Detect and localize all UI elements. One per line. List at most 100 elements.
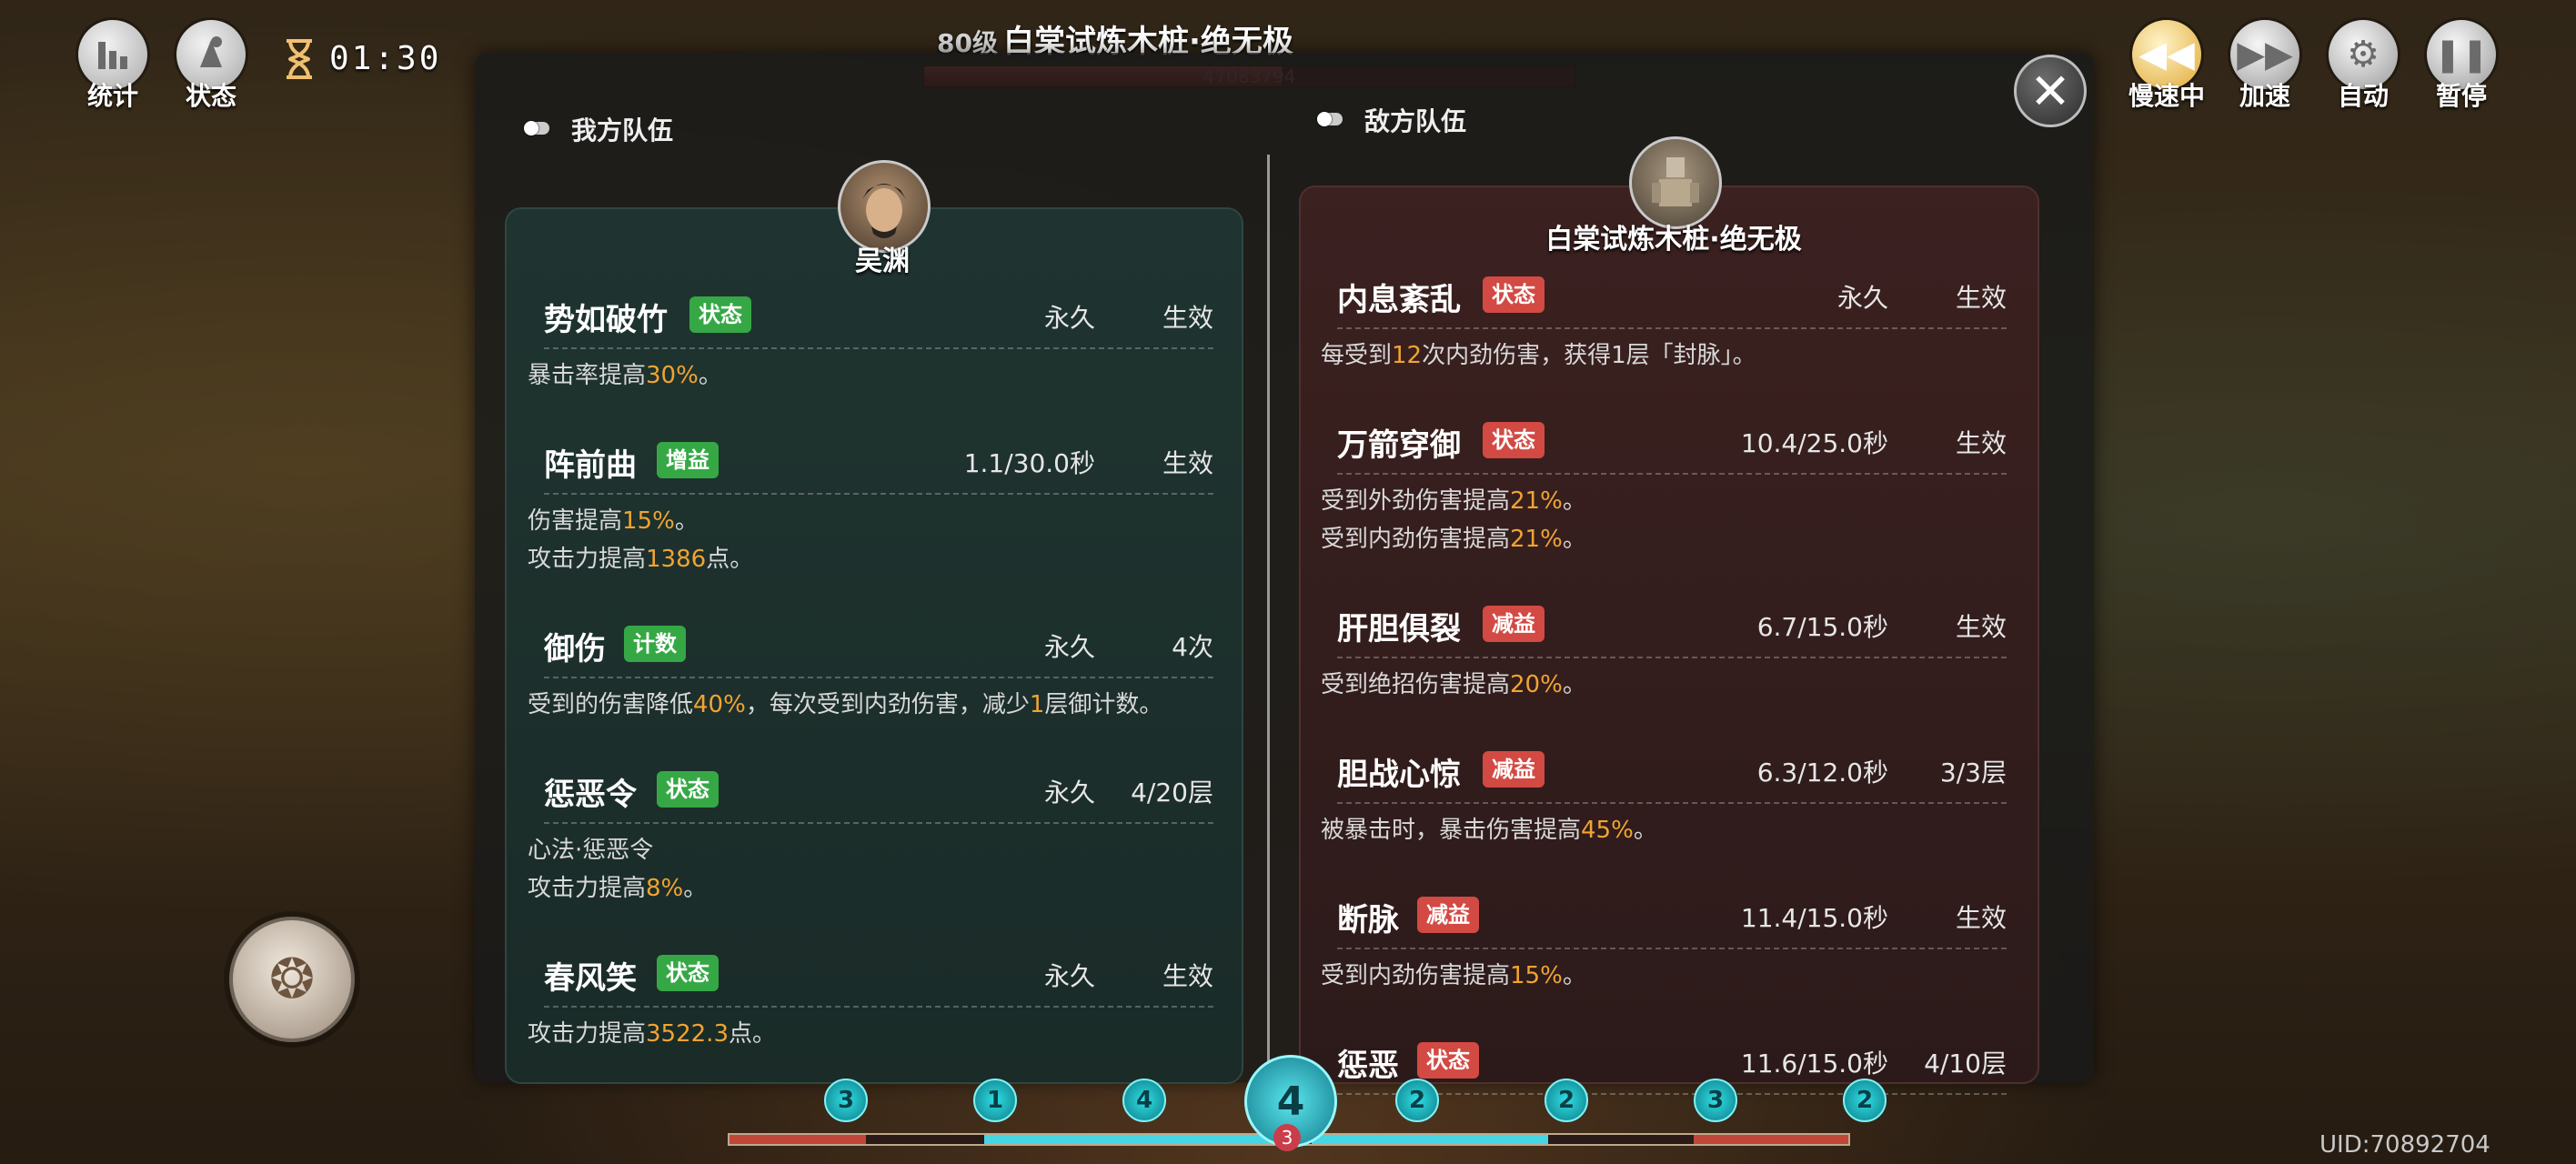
- buff-description: 受到内劲伤害提高15%。: [1321, 957, 1586, 990]
- pause-icon: ❚❚: [2433, 35, 2490, 74]
- buff-name: 万箭穿御: [1337, 427, 1461, 464]
- buff-separator: [1337, 473, 2007, 475]
- buff-value: 8%: [646, 875, 684, 902]
- buff-value: 40%: [693, 691, 746, 718]
- ally-buff-row[interactable]: 惩恶令 状态 永久 4/20层: [544, 769, 1213, 824]
- buff-description: 受到的伤害降低40%，每次受到内劲伤害，减少1层御计数。: [528, 686, 1162, 719]
- pause-label: 暂停: [2435, 81, 2487, 111]
- buff-text: 受到内劲伤害提高: [1321, 526, 1511, 553]
- buff-text: 受到内劲伤害提高: [1321, 962, 1511, 989]
- enemy-buff-row[interactable]: 惩恶 状态 11.6/15.0秒 4/10层: [1337, 1040, 2007, 1095]
- buff-text: 。: [698, 362, 722, 389]
- buff-text: 点。: [729, 1020, 777, 1048]
- buff-type-badge: 状态: [689, 296, 751, 333]
- energy-segment-cyan-left: [984, 1135, 1275, 1144]
- enemy-name: 白棠试炼木桩·绝无极: [1545, 224, 1802, 256]
- buff-duration: 永久: [1043, 778, 1095, 808]
- buff-text: 点。: [706, 546, 754, 573]
- buff-type-badge: 状态: [657, 955, 719, 991]
- buff-name: 胆战心惊: [1337, 757, 1461, 793]
- enemy-collapse-toggle[interactable]: [1317, 112, 1343, 126]
- skill-button[interactable]: ❂: [229, 917, 355, 1042]
- buff-state: 4/10层: [1924, 1049, 2007, 1079]
- energy-pip: 1: [973, 1079, 1017, 1122]
- buff-name: 惩恶: [1337, 1048, 1399, 1084]
- buff-description: 暴击率提高30%。: [528, 356, 722, 390]
- enemy-buff-row[interactable]: 内息紊乱 状态 永久 生效: [1337, 275, 2007, 329]
- buff-duration: 11.6/15.0秒: [1740, 1049, 1888, 1079]
- ally-buff-row[interactable]: 阵前曲 增益 1.1/30.0秒 生效: [544, 440, 1213, 495]
- ally-collapse-toggle[interactable]: [524, 121, 549, 135]
- buff-separator: [1337, 802, 2007, 804]
- fast-forward-icon: ▶▶: [2237, 34, 2293, 75]
- buff-type-badge: 减益: [1483, 606, 1545, 642]
- ally-buff-row[interactable]: 势如破竹 状态 永久 生效: [544, 295, 1213, 349]
- energy-pip: 3: [824, 1079, 868, 1122]
- buff-type-badge: 状态: [657, 771, 719, 808]
- buff-text: 。: [1562, 962, 1586, 989]
- slow-speed-label: 慢速中: [2128, 81, 2205, 111]
- buff-separator: [544, 1006, 1213, 1008]
- buff-separator: [544, 677, 1213, 678]
- buff-duration: 10.4/25.0秒: [1740, 428, 1888, 458]
- hourglass-icon: [287, 39, 312, 79]
- buff-value: 15%: [622, 507, 675, 535]
- speed-up-label: 加速: [2239, 81, 2290, 111]
- buff-value: 3522.3: [646, 1020, 729, 1048]
- buff-duration: 永久: [1836, 283, 1888, 313]
- enemy-buff-row[interactable]: 肝胆俱裂 减益 6.7/15.0秒 生效: [1337, 604, 2007, 658]
- buff-type-badge: 增益: [657, 442, 719, 478]
- buff-value: 21%: [1510, 487, 1563, 515]
- buff-text: 受到绝招伤害提高: [1321, 671, 1511, 698]
- buff-name: 内息紊乱: [1337, 282, 1461, 318]
- buff-type-badge: 减益: [1483, 751, 1545, 788]
- buff-type-badge: 状态: [1483, 276, 1545, 313]
- buff-text: 心法·惩恶令: [528, 837, 654, 864]
- buff-description: 攻击力提高8%。: [528, 869, 707, 903]
- buff-state: 生效: [1955, 283, 2007, 313]
- close-button[interactable]: ✕: [2014, 55, 2087, 127]
- buff-description: 被暴击时，暴击伤害提高45%。: [1321, 811, 1657, 845]
- buff-description: 攻击力提高3522.3点。: [528, 1015, 776, 1049]
- ally-team-title: 我方队伍: [571, 115, 674, 146]
- buff-separator: [544, 822, 1213, 824]
- buff-state: 4次: [1172, 632, 1213, 662]
- buff-name: 肝胆俱裂: [1337, 611, 1461, 647]
- center-energy-sub: 3: [1273, 1124, 1301, 1151]
- enemy-buff-row[interactable]: 断脉 减益 11.4/15.0秒 生效: [1337, 895, 2007, 949]
- buff-value: 1: [1029, 691, 1045, 718]
- ally-buff-row[interactable]: 御伤 计数 永久 4次: [544, 624, 1213, 678]
- buff-value: 30%: [646, 362, 699, 389]
- enemy-team-title: 敌方队伍: [1364, 106, 1467, 136]
- buff-text: 受到的伤害降低: [528, 691, 694, 718]
- ally-buff-row[interactable]: 春风笑 状态 永久 生效: [544, 953, 1213, 1008]
- enemy-buff-row[interactable]: 胆战心惊 减益 6.3/12.0秒 3/3层: [1337, 749, 2007, 804]
- buff-type-badge: 状态: [1417, 1042, 1479, 1079]
- buff-value: 20%: [1510, 671, 1563, 698]
- buff-text: 。: [1633, 817, 1657, 844]
- buff-description: 心法·惩恶令: [528, 831, 653, 865]
- buff-name: 阵前曲: [544, 447, 637, 484]
- rewind-icon: ◀◀: [2138, 34, 2195, 75]
- energy-segment-red-left: [730, 1135, 866, 1144]
- buff-text: 攻击力提高: [528, 1020, 647, 1048]
- buff-name: 春风笑: [544, 960, 637, 997]
- buff-value: 45%: [1581, 817, 1634, 844]
- battle-timer: 01:30: [329, 40, 442, 77]
- buff-text: 暴击率提高: [528, 362, 647, 389]
- buff-separator: [544, 347, 1213, 349]
- energy-pip: 3: [1694, 1079, 1737, 1122]
- buff-value: 15%: [1510, 962, 1563, 989]
- buff-text: 。: [1562, 671, 1586, 698]
- gear-icon: ⚙: [2347, 34, 2380, 75]
- buff-description: 攻击力提高1386点。: [528, 540, 753, 574]
- buff-description: 伤害提高15%。: [528, 502, 699, 536]
- hero-portrait-icon: [862, 184, 906, 238]
- buff-name: 断脉: [1337, 902, 1399, 938]
- buff-state: 生效: [1162, 303, 1213, 333]
- enemy-buff-row[interactable]: 万箭穿御 状态 10.4/25.0秒 生效: [1337, 420, 2007, 475]
- buff-name: 势如破竹: [544, 302, 668, 338]
- buff-text: 层御计数。: [1044, 691, 1163, 718]
- buff-name: 御伤: [544, 631, 606, 667]
- buff-state: 生效: [1955, 903, 2007, 933]
